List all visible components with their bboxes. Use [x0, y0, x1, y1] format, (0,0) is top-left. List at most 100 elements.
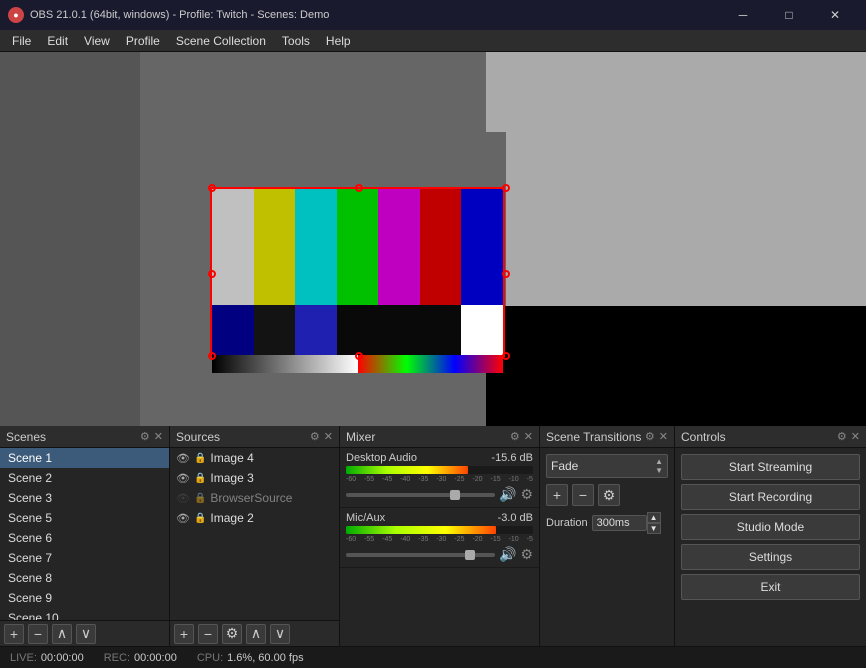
scene-item-2[interactable]: Scene 2 [0, 468, 169, 488]
transitions-panel: Scene Transitions ⚙ ✕ Fade ▲ ▼ + − [540, 426, 675, 646]
transition-type-select[interactable]: Fade ▲ ▼ [546, 454, 668, 478]
source-eye-icon[interactable]: 👁 [176, 492, 190, 505]
mixer-config-icon[interactable]: ⚙ [510, 430, 520, 443]
sources-config-button[interactable]: ⚙ [222, 624, 242, 644]
minimize-button[interactable]: ─ [720, 0, 766, 30]
scenes-remove-button[interactable]: − [28, 624, 48, 644]
status-live: LIVE: 00:00:00 [10, 652, 84, 664]
source-lock-icon: 🔒 [194, 453, 206, 464]
menu-view[interactable]: View [76, 32, 118, 50]
start-recording-button[interactable]: Start Recording [681, 484, 860, 510]
mixer-fader-mic[interactable] [346, 553, 495, 557]
duration-down-button[interactable]: ▼ [647, 523, 661, 534]
scenes-close-icon[interactable]: ✕ [154, 430, 163, 443]
titlebar-controls: ─ □ ✕ [720, 0, 858, 30]
scenes-add-button[interactable]: + [4, 624, 24, 644]
handle-tl[interactable] [208, 184, 216, 192]
scenes-config-icon[interactable]: ⚙ [140, 430, 150, 443]
menu-file[interactable]: File [4, 32, 39, 50]
sources-config-icon[interactable]: ⚙ [310, 430, 320, 443]
handle-bm[interactable] [355, 352, 363, 360]
sources-add-button[interactable]: + [174, 624, 194, 644]
transition-down-arrow[interactable]: ▼ [655, 466, 663, 475]
preview-bg-bl [0, 306, 140, 426]
controls-close-icon[interactable]: ✕ [851, 430, 860, 443]
source-lock-icon: 🔒 [194, 513, 206, 524]
mixer-mute-desktop[interactable]: 🔊 [499, 486, 516, 503]
scene-item-10[interactable]: Scene 10 [0, 608, 169, 620]
scenes-panel-title: Scenes [6, 430, 46, 444]
mixer-settings-mic[interactable]: ⚙ [520, 546, 533, 563]
scene-item-9[interactable]: Scene 9 [0, 588, 169, 608]
sources-remove-button[interactable]: − [198, 624, 218, 644]
scene-item-6[interactable]: Scene 6 [0, 528, 169, 548]
scene-item-5[interactable]: Scene 5 [0, 508, 169, 528]
transitions-panel-title: Scene Transitions [546, 430, 641, 444]
status-cpu-label: CPU: [197, 652, 223, 664]
handle-bl[interactable] [208, 352, 216, 360]
scenes-footer: + − ∧ ∨ [0, 620, 169, 646]
duration-label: Duration [546, 517, 588, 529]
mixer-panel-header: Mixer ⚙ ✕ [340, 426, 539, 448]
controls-panel-header: Controls ⚙ ✕ [675, 426, 866, 448]
transition-up-arrow[interactable]: ▲ [655, 457, 663, 466]
mixer-tracks: Desktop Audio -15.6 dB -60-55-45-40-35-3… [340, 448, 539, 646]
sources-close-icon[interactable]: ✕ [324, 430, 333, 443]
sources-footer: + − ⚙ ∧ ∨ [170, 620, 339, 646]
source-label: Image 4 [210, 451, 253, 465]
mixer-settings-desktop[interactable]: ⚙ [520, 486, 533, 503]
panels-container: Scenes ⚙ ✕ Scene 1 Scene 2 Scene 3 Scene… [0, 426, 866, 646]
source-eye-icon[interactable]: 👁 [176, 472, 190, 485]
close-button[interactable]: ✕ [812, 0, 858, 30]
mixer-fader-desktop[interactable] [346, 493, 495, 497]
scenes-down-button[interactable]: ∨ [76, 624, 96, 644]
scene-item-3[interactable]: Scene 3 [0, 488, 169, 508]
mixer-thumb-desktop[interactable] [450, 490, 460, 500]
menu-help[interactable]: Help [318, 32, 359, 50]
duration-row: Duration ▲ ▼ [546, 512, 668, 534]
transitions-close-icon[interactable]: ✕ [659, 430, 668, 443]
scenes-up-button[interactable]: ∧ [52, 624, 72, 644]
sources-down-button[interactable]: ∨ [270, 624, 290, 644]
source-item-image3[interactable]: 👁 🔒 Image 3 [170, 468, 339, 488]
scene-item-7[interactable]: Scene 7 [0, 548, 169, 568]
transitions-config-icon[interactable]: ⚙ [645, 430, 655, 443]
mixer-panel: Mixer ⚙ ✕ Desktop Audio -15.6 dB [340, 426, 540, 646]
transition-remove-button[interactable]: − [572, 484, 594, 506]
controls-panel: Controls ⚙ ✕ Start Streaming Start Recor… [675, 426, 866, 646]
controls-config-icon[interactable]: ⚙ [837, 430, 847, 443]
source-item-image4[interactable]: 👁 🔒 Image 4 [170, 448, 339, 468]
handle-mr[interactable] [502, 270, 510, 278]
exit-button[interactable]: Exit [681, 574, 860, 600]
scenes-panel: Scenes ⚙ ✕ Scene 1 Scene 2 Scene 3 Scene… [0, 426, 170, 646]
source-eye-icon[interactable]: 👁 [176, 512, 190, 525]
menu-profile[interactable]: Profile [118, 32, 168, 50]
source-item-browser[interactable]: 👁 🔒 BrowserSource [170, 488, 339, 508]
handle-br[interactable] [502, 352, 510, 360]
menu-edit[interactable]: Edit [39, 32, 76, 50]
menu-scene-collection[interactable]: Scene Collection [168, 32, 274, 50]
handle-tm[interactable] [355, 184, 363, 192]
start-streaming-button[interactable]: Start Streaming [681, 454, 860, 480]
handle-ml[interactable] [208, 270, 216, 278]
mixer-ticks-desktop: -60-55-45-40-35-30-25-20-15-10-5 [346, 476, 533, 483]
mixer-meter-mic [346, 526, 533, 534]
mixer-mute-mic[interactable]: 🔊 [499, 546, 516, 563]
transition-add-button[interactable]: + [546, 484, 568, 506]
duration-up-button[interactable]: ▲ [647, 512, 661, 523]
source-eye-icon[interactable]: 👁 [176, 452, 190, 465]
duration-input[interactable] [592, 515, 647, 531]
mixer-thumb-mic[interactable] [465, 550, 475, 560]
menu-tools[interactable]: Tools [274, 32, 318, 50]
sources-up-button[interactable]: ∧ [246, 624, 266, 644]
handle-tr[interactable] [502, 184, 510, 192]
transition-settings-button[interactable]: ⚙ [598, 484, 620, 506]
settings-button[interactable]: Settings [681, 544, 860, 570]
scene-item-8[interactable]: Scene 8 [0, 568, 169, 588]
studio-mode-button[interactable]: Studio Mode [681, 514, 860, 540]
source-item-image2[interactable]: 👁 🔒 Image 2 [170, 508, 339, 528]
maximize-button[interactable]: □ [766, 0, 812, 30]
mixer-close-icon[interactable]: ✕ [524, 430, 533, 443]
scene-item-1[interactable]: Scene 1 [0, 448, 169, 468]
mixer-panel-title: Mixer [346, 430, 375, 444]
